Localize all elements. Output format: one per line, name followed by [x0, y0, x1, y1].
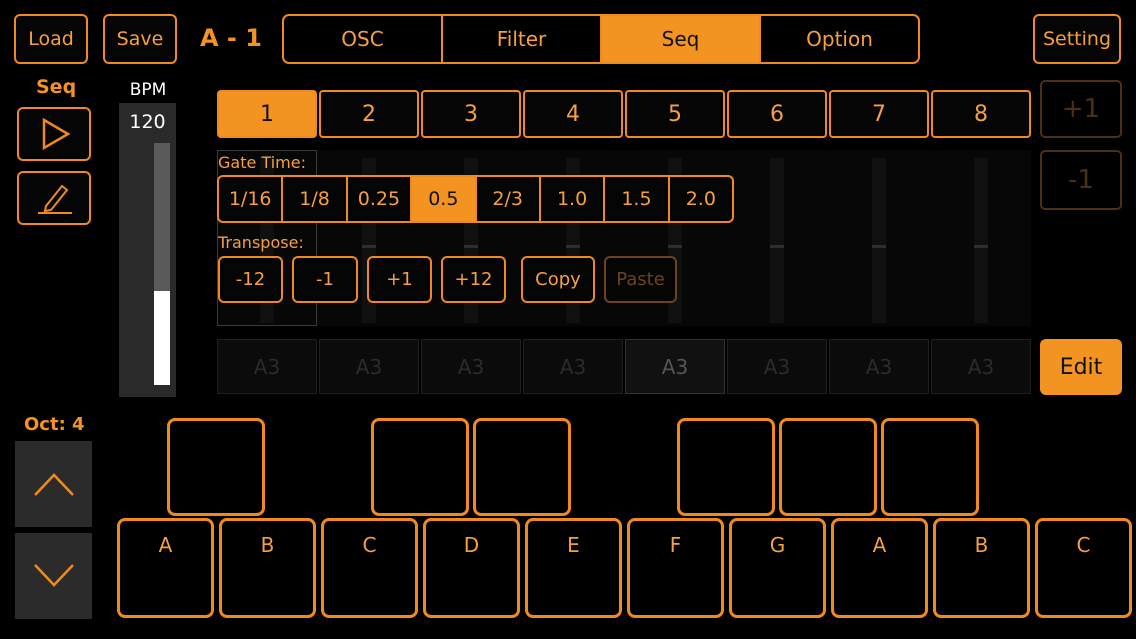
black-key[interactable] — [371, 418, 469, 516]
black-key[interactable] — [677, 418, 775, 516]
tab-bar: OSC Filter Seq Option — [282, 14, 920, 64]
slider-handle — [872, 245, 886, 248]
white-key-e[interactable]: E — [525, 518, 622, 618]
tab-osc[interactable]: OSC — [284, 16, 443, 62]
gate-option-0-25[interactable]: 0.25 — [348, 177, 413, 221]
step-button-4[interactable]: 4 — [523, 90, 623, 138]
octave-down-button[interactable] — [15, 533, 92, 619]
gate-option-1-0[interactable]: 1.0 — [541, 177, 606, 221]
bpm-track — [154, 143, 170, 385]
chevron-up-icon — [33, 473, 74, 496]
transpose-label: Transpose: — [218, 233, 304, 252]
octave-label: Oct: 4 — [24, 414, 85, 435]
setting-button[interactable]: Setting — [1033, 14, 1121, 64]
note-cell-3[interactable]: A3 — [421, 339, 521, 394]
white-key-b[interactable]: B — [219, 518, 316, 618]
step-button-3[interactable]: 3 — [421, 90, 521, 138]
white-key-c2[interactable]: C — [1035, 518, 1132, 618]
black-key[interactable] — [881, 418, 979, 516]
slider-handle — [464, 245, 478, 248]
step-button-8[interactable]: 8 — [931, 90, 1031, 138]
gate-option-0-5[interactable]: 0.5 — [412, 177, 477, 221]
transpose-minus-12-button[interactable]: -12 — [218, 256, 283, 303]
pencil-icon — [38, 184, 72, 214]
slider-handle — [362, 245, 376, 248]
white-key-f[interactable]: F — [627, 518, 724, 618]
white-key-g[interactable]: G — [729, 518, 826, 618]
bpm-value: 120 — [129, 111, 166, 133]
step-button-1[interactable]: 1 — [217, 90, 317, 138]
gate-option-1-16[interactable]: 1/16 — [219, 177, 284, 221]
note-cell-4[interactable]: A3 — [523, 339, 623, 394]
gate-option-1-8[interactable]: 1/8 — [283, 177, 348, 221]
white-key-b2[interactable]: B — [933, 518, 1030, 618]
note-cell-8[interactable]: A3 — [931, 339, 1031, 394]
slider-handle — [668, 245, 682, 248]
note-cell-5[interactable]: A3 — [625, 339, 725, 394]
transpose-minus-1-button[interactable]: -1 — [292, 256, 358, 303]
note-cell-2[interactable]: A3 — [319, 339, 419, 394]
chevron-down-icon — [33, 564, 74, 587]
step-button-6[interactable]: 6 — [727, 90, 827, 138]
slider-handle — [974, 245, 988, 248]
edit-button[interactable]: Edit — [1040, 339, 1122, 395]
step-minus-button[interactable]: -1 — [1040, 150, 1122, 210]
black-key[interactable] — [473, 418, 571, 516]
gate-option-2-3[interactable]: 2/3 — [477, 177, 541, 221]
white-key-d[interactable]: D — [423, 518, 520, 618]
octave-up-button[interactable] — [15, 441, 92, 527]
save-button[interactable]: Save — [103, 14, 177, 64]
step-plus-button[interactable]: +1 — [1040, 80, 1122, 138]
step-slider-7[interactable] — [872, 158, 886, 323]
bpm-label: BPM — [129, 80, 167, 100]
white-key-c[interactable]: C — [321, 518, 418, 618]
play-icon — [42, 117, 71, 151]
gate-option-2-0[interactable]: 2.0 — [670, 177, 732, 221]
note-cell-6[interactable]: A3 — [727, 339, 827, 394]
step-button-5[interactable]: 5 — [625, 90, 725, 138]
step-button-2[interactable]: 2 — [319, 90, 419, 138]
black-key[interactable] — [779, 418, 877, 516]
seq-label: Seq — [36, 76, 77, 98]
tab-seq[interactable]: Seq — [602, 16, 761, 62]
slider-handle — [770, 245, 784, 248]
white-key-a2[interactable]: A — [831, 518, 928, 618]
edit-mode-button[interactable] — [17, 171, 91, 225]
gate-time-selector: 1/16 1/8 0.25 0.5 2/3 1.0 1.5 2.0 — [217, 175, 734, 223]
preset-name: A - 1 — [200, 24, 262, 52]
tab-filter[interactable]: Filter — [443, 16, 602, 62]
bpm-fill — [154, 291, 170, 385]
step-button-7[interactable]: 7 — [829, 90, 929, 138]
black-key[interactable] — [167, 418, 265, 516]
gate-option-1-5[interactable]: 1.5 — [605, 177, 670, 221]
note-cell-7[interactable]: A3 — [829, 339, 929, 394]
transpose-plus-1-button[interactable]: +1 — [367, 256, 432, 303]
copy-button[interactable]: Copy — [521, 256, 595, 303]
gate-time-label: Gate Time: — [218, 153, 306, 172]
load-button[interactable]: Load — [14, 14, 88, 64]
transpose-plus-12-button[interactable]: +12 — [441, 256, 506, 303]
tab-option[interactable]: Option — [761, 16, 918, 62]
bpm-slider[interactable]: 120 — [119, 103, 176, 397]
slider-handle — [566, 245, 580, 248]
note-cell-1[interactable]: A3 — [217, 339, 317, 394]
paste-button[interactable]: Paste — [604, 256, 677, 303]
play-button[interactable] — [17, 107, 91, 161]
step-slider-6[interactable] — [770, 158, 784, 323]
white-key-a[interactable]: A — [117, 518, 214, 618]
step-slider-8[interactable] — [974, 158, 988, 323]
